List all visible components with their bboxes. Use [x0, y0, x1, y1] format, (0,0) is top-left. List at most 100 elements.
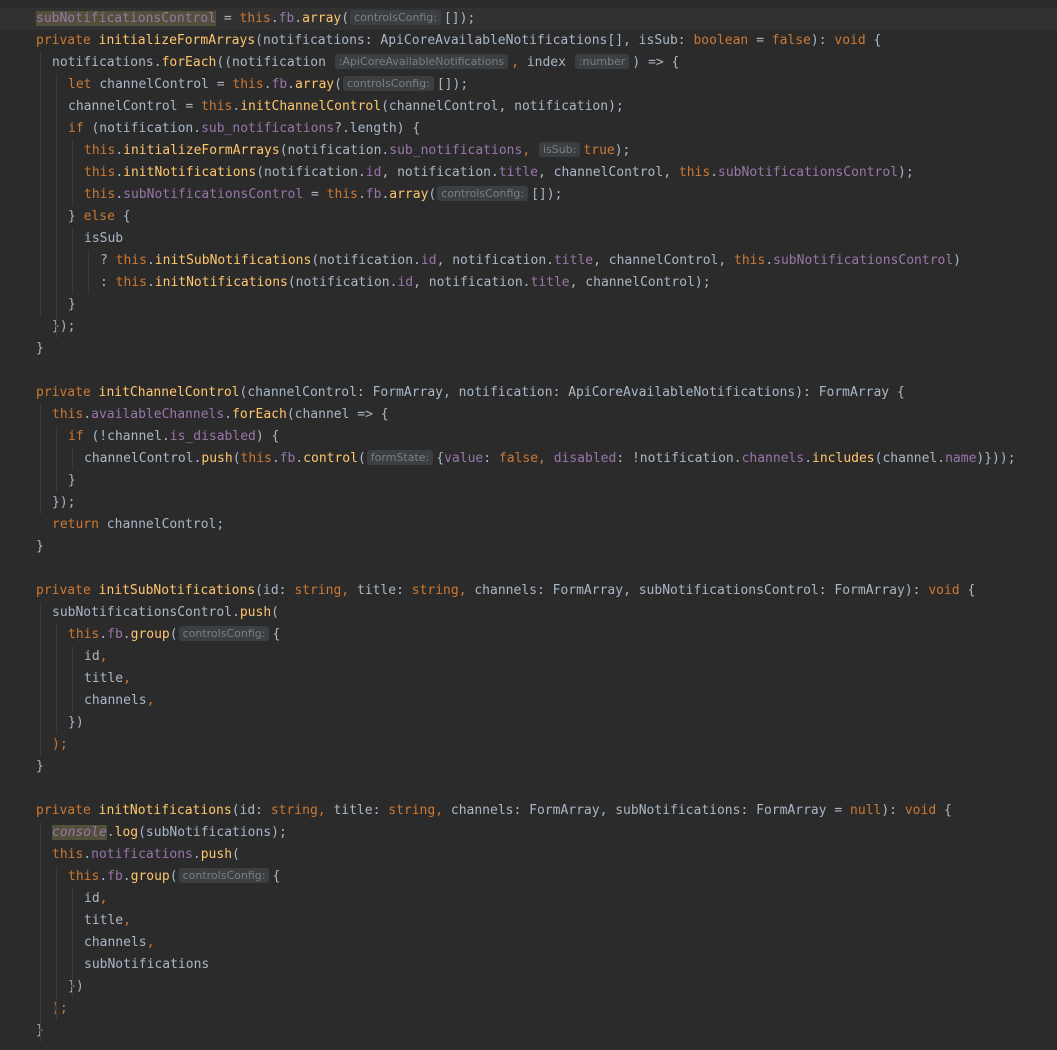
code-line[interactable]: private initNotifications(id: string, ti…: [0, 800, 1057, 822]
code-line[interactable]: return channelControl;: [0, 514, 1057, 536]
code-token: .: [122, 869, 131, 884]
code-line[interactable]: let channelControl = this.fb.array(contr…: [0, 74, 1057, 96]
code-token: (!channel.: [91, 429, 170, 444]
code-line[interactable]: notifications.forEach((notification :Api…: [0, 52, 1057, 74]
code-token: channelControl =: [99, 77, 233, 92]
code-line[interactable]: console.log(subNotifications);: [0, 822, 1057, 844]
code-line[interactable]: this.availableChannels.forEach(channel =…: [0, 404, 1057, 426]
code-line[interactable]: channelControl.push(this.fb.control(form…: [0, 448, 1057, 470]
code-line[interactable]: }): [0, 712, 1057, 734]
code-token: ,: [99, 891, 108, 906]
code-line[interactable]: }: [0, 338, 1057, 360]
code-token: }: [68, 209, 84, 224]
code-token: this: [240, 451, 272, 466]
code-line[interactable]: this.subNotificationsControl = this.fb.a…: [0, 184, 1057, 206]
code-text: private initSubNotifications(id: string,…: [36, 580, 975, 602]
code-token: is_disabled: [169, 429, 256, 444]
code-token: channels: [84, 935, 147, 950]
code-token: if: [68, 429, 92, 444]
code-line[interactable]: [0, 360, 1057, 382]
code-token: .: [115, 187, 124, 202]
code-line[interactable]: }: [0, 1020, 1057, 1042]
code-token: this: [201, 99, 233, 114]
code-token: void: [904, 803, 937, 818]
code-token: .: [115, 143, 124, 158]
code-text: title,: [84, 910, 131, 932]
code-token: title: [498, 165, 538, 180]
code-line[interactable]: subNotificationsControl.push(: [0, 602, 1057, 624]
code-token: boolean: [693, 33, 749, 48]
code-token: subNotificationsControl: [123, 187, 304, 202]
code-line[interactable]: isSub: [0, 228, 1057, 250]
code-line[interactable]: title,: [0, 668, 1057, 690]
code-line[interactable]: id,: [0, 888, 1057, 910]
code-line[interactable]: id,: [0, 646, 1057, 668]
code-token: }): [68, 979, 84, 994]
code-line[interactable]: channels,: [0, 932, 1057, 954]
code-line[interactable]: }: [0, 470, 1057, 492]
code-line[interactable]: private initChannelControl(channelContro…: [0, 382, 1057, 404]
code-line[interactable]: channels,: [0, 690, 1057, 712]
code-token: this: [678, 165, 711, 180]
code-line[interactable]: this.fb.group(controlsConfig:{: [0, 866, 1057, 888]
code-token: this: [68, 627, 100, 642]
code-line[interactable]: this.initializeFormArrays(notification.s…: [0, 140, 1057, 162]
code-line[interactable]: if (!channel.is_disabled) {: [0, 426, 1057, 448]
code-token: (: [232, 847, 240, 862]
code-editor[interactable]: subNotificationsControl = this.fb.array(…: [0, 0, 1057, 1050]
code-line[interactable]: }: [0, 536, 1057, 558]
code-line[interactable]: }: [0, 756, 1057, 778]
code-line[interactable]: } else {: [0, 206, 1057, 228]
code-line[interactable]: channelControl = this.initChannelControl…: [0, 96, 1057, 118]
indent-guide: [72, 228, 73, 294]
code-token: channels: [741, 451, 805, 466]
code-token: subNotificationsControl: [718, 165, 899, 180]
code-line[interactable]: this.fb.group(controlsConfig:{: [0, 624, 1057, 646]
parameter-hint: controlsConfig:: [350, 10, 441, 25]
code-text: }): [68, 712, 84, 734]
code-token: .: [294, 11, 303, 26]
code-token: string: [270, 803, 318, 818]
code-token: channels: FormArray, subNotifications: F…: [450, 803, 851, 818]
parameter-hint: controlsConfig:: [178, 868, 270, 883]
code-token: (notification.: [279, 143, 390, 158]
code-token: );: [52, 737, 68, 752]
code-line[interactable]: : this.initNotifications(notification.id…: [0, 272, 1057, 294]
indent-guide: [40, 602, 41, 756]
code-line[interactable]: subNotificationsControl = this.fb.array(…: [0, 8, 1057, 30]
code-line[interactable]: this.notifications.push(: [0, 844, 1057, 866]
code-token: initializeFormArrays: [98, 33, 256, 48]
code-line[interactable]: }: [0, 294, 1057, 316]
code-line[interactable]: title,: [0, 910, 1057, 932]
indent-guide: [72, 448, 73, 470]
code-token: void: [928, 583, 960, 598]
code-token: this: [52, 847, 84, 862]
indent-guide: [40, 52, 41, 316]
code-line[interactable]: if (notification.sub_notifications?.leng…: [0, 118, 1057, 140]
code-token: (notification.: [311, 253, 421, 268]
parameter-hint: formState:: [366, 450, 434, 465]
code-line[interactable]: private initSubNotifications(id: string,…: [0, 580, 1057, 602]
code-line[interactable]: );: [0, 998, 1057, 1020]
code-token: fb: [271, 77, 288, 92]
code-line[interactable]: });: [0, 316, 1057, 338]
code-token: .: [192, 847, 201, 862]
code-line[interactable]: ? this.initSubNotifications(notification…: [0, 250, 1057, 272]
code-line[interactable]: }): [0, 976, 1057, 998]
code-token: : !notification.: [616, 451, 742, 466]
code-token: group: [130, 869, 170, 884]
code-line[interactable]: });: [0, 492, 1057, 514]
code-token: {: [114, 209, 131, 224]
code-line[interactable]: subNotifications: [0, 954, 1057, 976]
code-line[interactable]: [0, 558, 1057, 580]
code-token: fb: [278, 11, 295, 26]
code-token: console: [52, 825, 107, 840]
code-token: notifications: [91, 847, 193, 862]
code-text: title,: [84, 668, 131, 690]
code-line[interactable]: private initializeFormArrays(notificatio…: [0, 30, 1057, 52]
code-line[interactable]: );: [0, 734, 1057, 756]
code-line[interactable]: [0, 778, 1057, 800]
code-line[interactable]: this.initNotifications(notification.id, …: [0, 162, 1057, 184]
code-token: title:: [333, 803, 389, 818]
code-token: channelControl =: [68, 99, 202, 114]
